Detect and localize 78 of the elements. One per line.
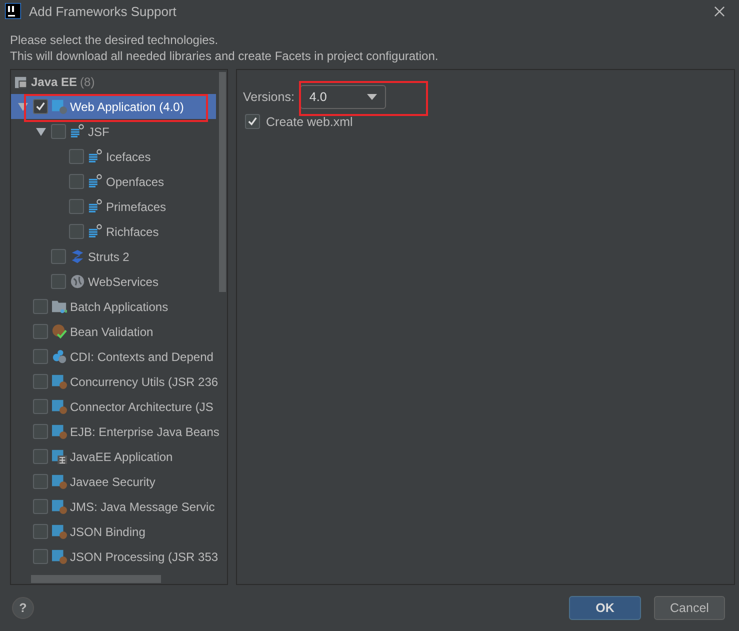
checkbox[interactable] [51, 249, 66, 264]
checkbox[interactable] [33, 449, 48, 464]
tree-item[interactable]: JSON Binding [11, 519, 216, 544]
checkbox[interactable] [33, 374, 48, 389]
tree-item[interactable]: Javaee Security [11, 469, 216, 494]
checkbox[interactable] [33, 549, 48, 564]
cdi-icon [52, 349, 67, 364]
versions-label: Versions: [243, 90, 294, 104]
help-button[interactable]: ? [12, 597, 34, 619]
tree-item[interactable]: Web Application (4.0) [11, 94, 216, 119]
tree-item[interactable]: Bean Validation [11, 319, 216, 344]
checkbox[interactable] [33, 299, 48, 314]
tree-item[interactable]: Openfaces [11, 169, 216, 194]
javaee-app-icon [52, 449, 67, 464]
jsf-icon [88, 149, 103, 164]
tree-item[interactable]: Richfaces [11, 219, 216, 244]
module-icon [52, 549, 67, 564]
group-label: Java EE [31, 75, 78, 89]
expand-arrow-icon[interactable] [18, 102, 28, 112]
scrollbar-thumb[interactable] [219, 72, 226, 292]
globe-icon [70, 274, 85, 289]
jsf-icon [88, 174, 103, 189]
struts-icon [70, 249, 85, 264]
tree-item[interactable]: Primefaces [11, 194, 216, 219]
tree-item[interactable]: JSON Processing (JSR 353 [11, 544, 216, 569]
tree-item[interactable]: JSF [11, 119, 216, 144]
checkbox[interactable] [69, 224, 84, 239]
jsf-icon [88, 199, 103, 214]
tree-item[interactable]: JavaEE Application [11, 444, 216, 469]
checkmark-icon [35, 101, 46, 112]
module-icon [52, 474, 67, 489]
app-logo-icon [5, 3, 21, 19]
module-icon [52, 399, 67, 414]
scrollbar-thumb[interactable] [31, 575, 161, 583]
tree-item[interactable]: Icefaces [11, 144, 216, 169]
tree-item[interactable]: Connector Architecture (JS [11, 394, 216, 419]
folder-icon [52, 299, 67, 314]
group-count: (8) [80, 75, 95, 89]
tree-item[interactable]: JMS: Java Message Servic [11, 494, 216, 519]
checkbox[interactable] [33, 399, 48, 414]
checkbox[interactable] [33, 499, 48, 514]
tree-item[interactable]: Batch Applications [11, 294, 216, 319]
module-icon [52, 424, 67, 439]
tree-item[interactable]: Concurrency Utils (JSR 236 [11, 369, 216, 394]
checkbox[interactable] [33, 424, 48, 439]
dropdown-arrow-icon [367, 94, 378, 100]
module-icon [52, 499, 67, 514]
checkbox[interactable] [33, 99, 48, 114]
checkbox[interactable] [245, 114, 260, 129]
checkbox[interactable] [33, 474, 48, 489]
module-icon [52, 524, 67, 539]
checkbox[interactable] [69, 149, 84, 164]
checkbox[interactable] [69, 199, 84, 214]
version-dropdown[interactable]: 4.0 [300, 85, 386, 109]
checkbox-label: Create web.xml [266, 114, 353, 128]
bean-icon [52, 324, 67, 339]
tree-item[interactable]: WebServices [11, 269, 216, 294]
checkmark-icon [247, 116, 258, 127]
checkbox[interactable] [69, 174, 84, 189]
description-text: This will download all needed libraries and create Facets in project configuration. [10, 48, 440, 64]
checkbox[interactable] [33, 524, 48, 539]
cancel-button[interactable]: Cancel [654, 596, 725, 620]
tree-item[interactable]: CDI: Contexts and Depend [11, 344, 216, 369]
module-icon [52, 374, 67, 389]
jsf-icon [88, 224, 103, 239]
checkbox[interactable] [33, 324, 48, 339]
checkbox[interactable] [51, 124, 66, 139]
ok-button[interactable]: OK [569, 596, 641, 620]
close-icon[interactable] [714, 6, 725, 16]
web-module-icon [52, 99, 67, 114]
tree-item[interactable]: Struts 2 [11, 244, 216, 269]
checkbox[interactable] [51, 274, 66, 289]
checkbox[interactable] [33, 349, 48, 364]
expand-arrow-icon[interactable] [36, 126, 46, 136]
description-text: Please select the desired technologies. [10, 32, 220, 48]
jsf-icon [70, 124, 85, 139]
javaee-icon [15, 76, 28, 88]
window-title: Add Frameworks Support [29, 4, 178, 18]
